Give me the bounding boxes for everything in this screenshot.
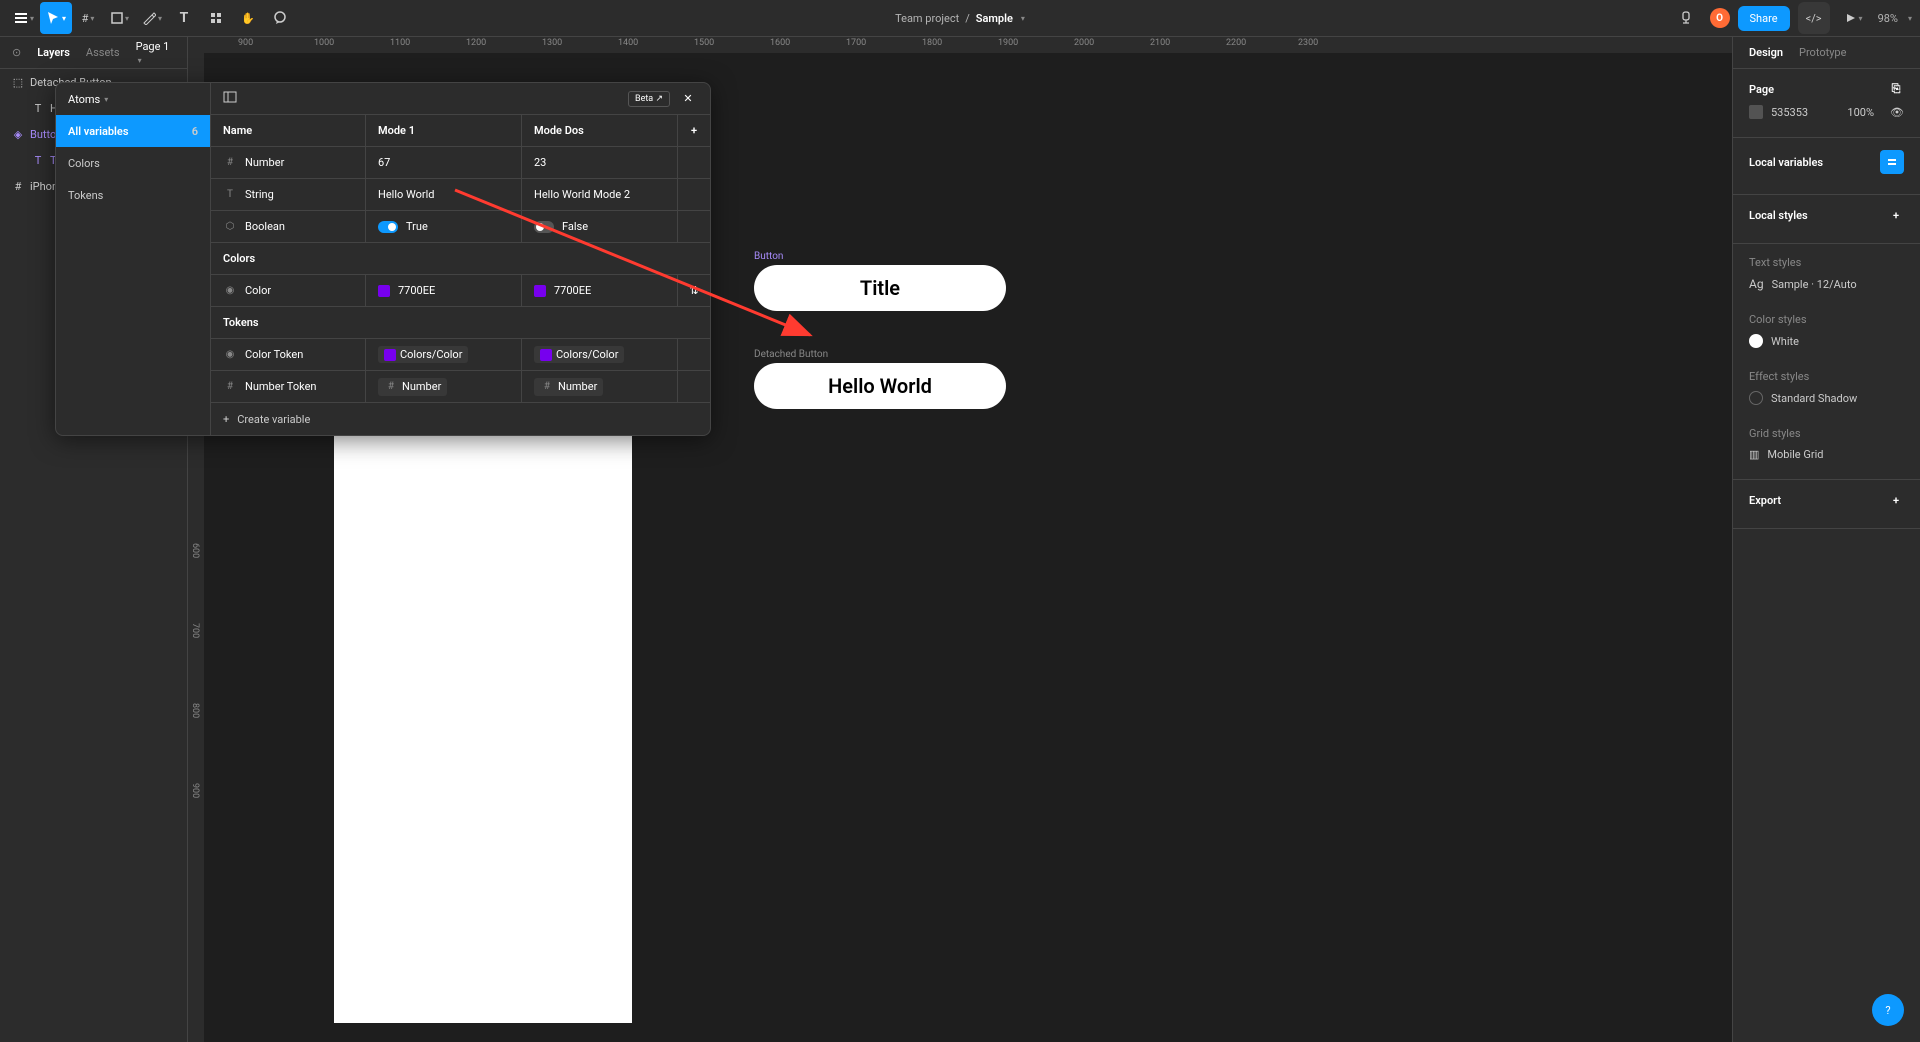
sidebar-toggle-icon[interactable] [223,90,237,107]
toggle-off[interactable] [534,221,554,233]
bg-opacity[interactable]: 100% [1847,106,1874,119]
variable-row-color[interactable]: ◉Color 7700EE 7700EE ⇅ [211,275,710,307]
add-mode-button[interactable]: + [678,115,710,146]
number-type-icon: # [223,156,237,170]
text-tool[interactable]: T [168,2,200,34]
add-export-icon[interactable]: + [1888,492,1904,508]
dev-mode-button[interactable]: </> [1798,2,1830,34]
color-style-white[interactable]: White [1749,334,1904,348]
design-panel: Design Prototype Page ⎘ 535353 100% 👁 Local… [1732,37,1920,1042]
string-type-icon: T [223,188,237,202]
grid-styles-label: Grid styles [1749,427,1801,440]
mode2-column-header[interactable]: Mode Dos [522,115,678,146]
resources-tool[interactable] [200,2,232,34]
layers-tab[interactable]: Layers [37,46,70,59]
page-section-label: Page [1749,83,1774,96]
variable-row-number-token[interactable]: #Number Token #Number #Number [211,371,710,403]
top-toolbar: ▾ ▾ #▾ ▾ ▾ T ✋ Team project / Sample ▾ O… [0,0,1920,37]
tokens-group-item[interactable]: Tokens [56,179,210,211]
variable-row-color-token[interactable]: ◉Color Token Colors/Color Colors/Color [211,339,710,371]
text-icon: T [32,102,44,114]
bg-swatch[interactable] [1749,105,1763,119]
button-component[interactable]: Title [754,265,1006,311]
scope-icon[interactable]: ⇅ [678,275,710,306]
frame-tool[interactable]: #▾ [72,2,104,34]
toggle-on[interactable] [378,221,398,233]
file-chevron-icon[interactable]: ▾ [1021,14,1025,23]
text-icon: T [32,154,44,166]
bg-hex[interactable]: 535353 [1771,106,1808,119]
share-button[interactable]: Share [1738,6,1790,31]
effect-styles-label: Effect styles [1749,370,1809,383]
pen-tool[interactable]: ▾ [136,2,168,34]
prototype-tab[interactable]: Prototype [1799,46,1846,59]
colors-section-header: Colors [211,243,710,275]
color-styles-label: Color styles [1749,313,1807,326]
move-tool[interactable]: ▾ [40,2,72,34]
variables-modal: Atoms▾ All variables6 Colors Tokens Beta… [55,82,711,436]
visibility-icon[interactable]: 👁 [1890,106,1904,119]
effect-style-shadow[interactable]: Standard Shadow [1749,391,1904,405]
chevron-down-icon: ▾ [30,14,34,23]
text-style-sample[interactable]: AgSample · 12/Auto [1749,277,1904,291]
component-icon: ◈ [12,128,24,140]
text-styles-label: Text styles [1749,256,1801,269]
beta-badge: Beta ↗ [628,91,670,107]
local-styles-label: Local styles [1749,209,1808,222]
boolean-type-icon: ⬡ [223,220,237,234]
grid-style-mobile[interactable]: ▥Mobile Grid [1749,448,1904,461]
close-modal-button[interactable]: ✕ [678,89,698,109]
tokens-section-header: Tokens [211,307,710,339]
zoom-level[interactable]: 98% [1878,12,1898,25]
create-variable-button[interactable]: +Create variable [211,403,710,435]
variable-row-string[interactable]: TString Hello World Hello World Mode 2 [211,179,710,211]
export-label: Export [1749,494,1781,507]
grid-icon: ▥ [1749,448,1759,461]
page-selector[interactable]: Page 1 ▾ [136,40,175,66]
instance-icon: ⬚ [12,76,24,88]
name-column-header: Name [211,115,366,146]
main-menu-button[interactable]: ▾ [8,2,40,34]
user-avatar[interactable]: O [1710,8,1730,28]
frame-icon: # [12,180,24,192]
color-type-icon: ◉ [223,348,237,362]
rectangle-tool[interactable]: ▾ [104,2,136,34]
number-type-icon: # [223,380,237,394]
audio-button[interactable] [1670,2,1702,34]
design-tab[interactable]: Design [1749,46,1783,59]
present-button[interactable]: ▾ [1838,2,1870,34]
help-button[interactable]: ? [1872,994,1904,1026]
collection-selector[interactable]: Atoms▾ [56,83,210,115]
colors-group-item[interactable]: Colors [56,147,210,179]
detached-button-label[interactable]: Detached Button [754,349,828,360]
hand-tool[interactable]: ✋ [232,2,264,34]
all-variables-item[interactable]: All variables6 [56,115,210,147]
assets-tab[interactable]: Assets [86,46,120,59]
search-icon[interactable]: ⊙ [12,46,21,59]
detached-button[interactable]: Hello World [754,363,1006,409]
variables-button[interactable] [1880,150,1904,174]
horizontal-ruler: 900 1000 1100 1200 1300 1400 1500 1600 1… [188,37,1732,53]
local-variables-label: Local variables [1749,156,1823,169]
project-breadcrumb[interactable]: Team project [895,12,959,25]
file-name[interactable]: Sample [976,12,1013,25]
add-style-icon[interactable]: + [1888,207,1904,223]
mode1-column-header[interactable]: Mode 1 [366,115,522,146]
button-component-label[interactable]: Button [754,251,783,262]
variable-row-boolean[interactable]: ⬡Boolean True False [211,211,710,243]
comment-tool[interactable] [264,2,296,34]
variable-row-number[interactable]: #Number 67 23 [211,147,710,179]
color-type-icon: ◉ [223,284,237,298]
export-page-icon[interactable]: ⎘ [1888,81,1904,97]
plus-icon: + [223,413,229,426]
